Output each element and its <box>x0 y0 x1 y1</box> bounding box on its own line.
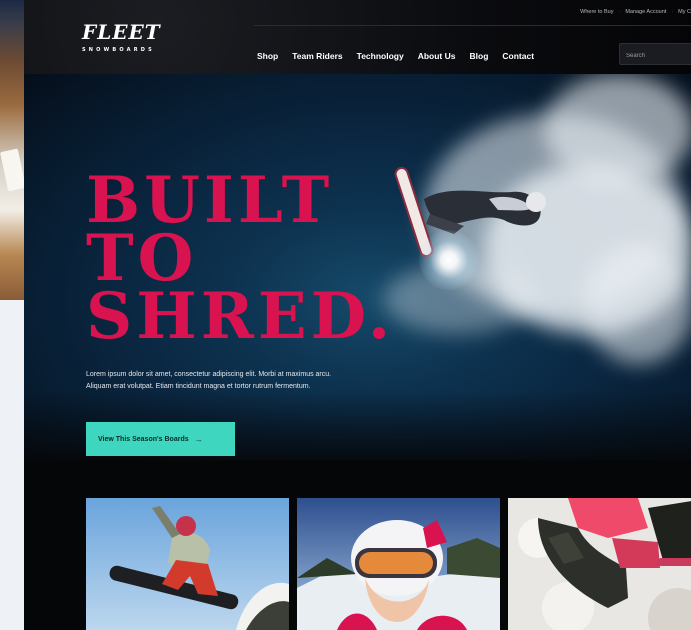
snowboarder-jump-photo <box>86 498 289 630</box>
nav-item-shop[interactable]: Shop <box>257 51 278 61</box>
nav-item-technology[interactable]: Technology <box>357 51 404 61</box>
snow-powder <box>584 244 691 364</box>
hero-description: Lorem ipsum dolor sit amet, consectetur … <box>86 371 332 390</box>
background-photo <box>0 0 24 300</box>
nav-item-team-riders[interactable]: Team Riders <box>292 51 342 61</box>
main-nav: Shop Team Riders Technology About Us Blo… <box>257 51 534 61</box>
logo-subtitle: SNOWBOARDS <box>82 47 155 53</box>
thumbnail-boots[interactable] <box>508 498 691 630</box>
utility-link-manage-account[interactable]: Manage Account <box>625 9 666 15</box>
headline-line: SHRED. <box>86 279 395 354</box>
utility-nav: Where to Buy · Manage Account · My C <box>580 9 691 15</box>
search-box[interactable] <box>619 43 691 66</box>
arrow-right-icon: → <box>194 434 203 444</box>
view-boards-button[interactable]: View This Season's Boards → <box>86 422 235 456</box>
logo-wordmark: FLEET <box>82 20 161 44</box>
utility-link-my-cart[interactable]: My C <box>678 9 691 15</box>
nav-item-about-us[interactable]: About Us <box>418 51 456 61</box>
sun-flare <box>419 230 479 290</box>
site-header: FLEET SNOWBOARDS Where to Buy · Manage A… <box>24 0 691 74</box>
hero-headline: BUILT TO SHRED. <box>86 169 395 354</box>
nav-item-blog[interactable]: Blog <box>470 51 489 61</box>
website-mockup: FLEET SNOWBOARDS Where to Buy · Manage A… <box>24 0 691 630</box>
nav-item-contact[interactable]: Contact <box>502 51 534 61</box>
header-divider <box>254 25 691 26</box>
hero-banner: BUILT TO SHRED. Lorem ipsum dolor sit am… <box>24 74 691 460</box>
snow-powder <box>544 74 691 184</box>
utility-separator: · <box>671 9 674 15</box>
background-page <box>0 0 24 630</box>
thumbnail-skier[interactable] <box>297 498 500 630</box>
cta-label: View This Season's Boards <box>98 435 189 443</box>
utility-link-where-to-buy[interactable]: Where to Buy <box>580 9 613 15</box>
brand-logo[interactable]: FLEET SNOWBOARDS <box>82 22 161 53</box>
boots-binding-photo <box>508 498 691 630</box>
search-input[interactable] <box>620 46 691 66</box>
utility-separator: · <box>618 9 621 15</box>
thumbnail-snowboarder[interactable] <box>86 498 289 630</box>
feature-thumbnails <box>86 498 691 630</box>
skier-goggles-photo <box>297 498 500 630</box>
